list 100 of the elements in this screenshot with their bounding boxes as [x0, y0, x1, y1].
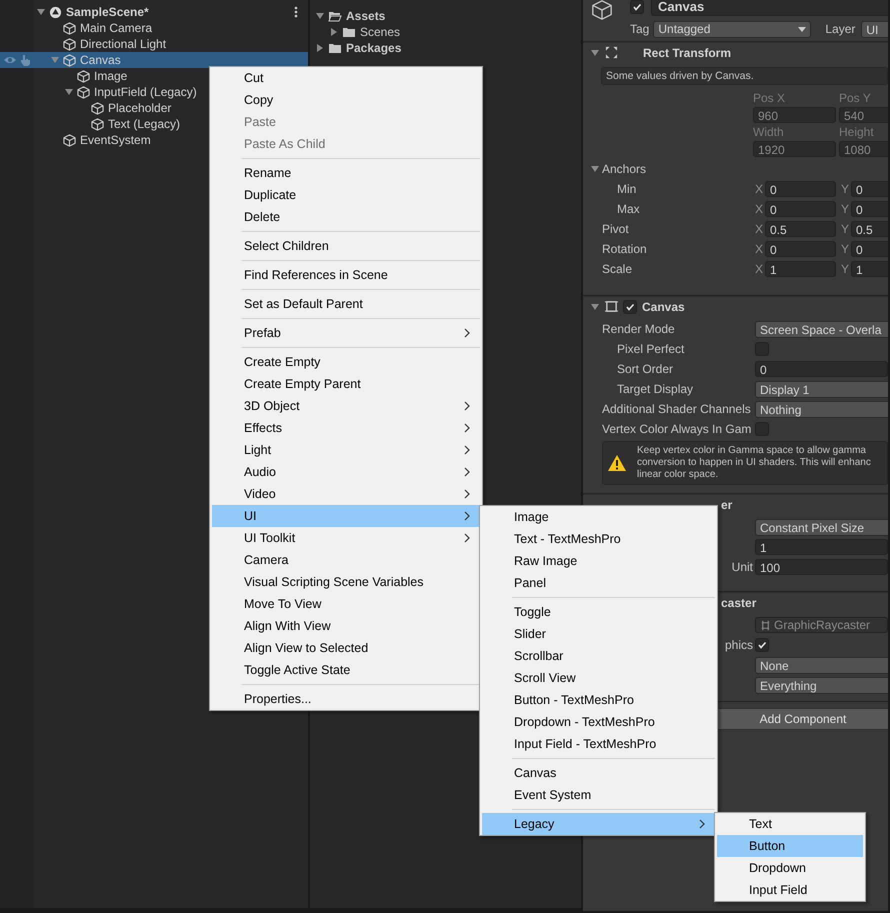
- menu-item[interactable]: Panel: [482, 572, 715, 594]
- foldout-label[interactable]: Anchors: [602, 162, 646, 176]
- menu-item[interactable]: Text: [717, 813, 863, 835]
- dropdown[interactable]: Everything: [755, 676, 888, 694]
- hierarchy-item[interactable]: Canvas: [80, 53, 121, 67]
- number-field[interactable]: 0: [765, 241, 836, 257]
- folder-item[interactable]: Packages: [346, 41, 402, 55]
- hierarchy-item[interactable]: EventSystem: [80, 133, 151, 147]
- menu-item[interactable]: Button: [717, 835, 863, 857]
- menu-item[interactable]: Properties...: [212, 688, 480, 710]
- scene-title[interactable]: SampleScene*: [66, 5, 149, 19]
- number-field[interactable]: 1: [755, 539, 888, 555]
- component-title[interactable]: caster: [721, 596, 756, 610]
- menu-item[interactable]: Dropdown - TextMeshPro: [482, 711, 715, 733]
- menu-item[interactable]: Create Empty: [212, 351, 480, 373]
- menu-icon[interactable]: [294, 6, 298, 18]
- menu-item[interactable]: Audio: [212, 461, 480, 483]
- hierarchy-item[interactable]: Main Camera: [80, 21, 152, 35]
- number-field[interactable]: 0: [755, 361, 888, 377]
- folder-item[interactable]: Scenes: [360, 25, 400, 39]
- down-triangle-icon[interactable]: [37, 8, 45, 16]
- menu-item[interactable]: Align View to Selected: [212, 637, 480, 659]
- axis-label: X: [755, 242, 764, 256]
- hierarchy-item[interactable]: InputField (Legacy): [94, 85, 197, 99]
- menu-item[interactable]: Prefab: [212, 322, 480, 344]
- menu-item[interactable]: Camera: [212, 549, 480, 571]
- number-field[interactable]: 0: [851, 181, 888, 197]
- name-field[interactable]: Canvas: [651, 0, 888, 16]
- down-triangle-icon[interactable]: [65, 88, 73, 96]
- script-field[interactable]: GraphicRaycaster: [755, 617, 888, 633]
- menu-item[interactable]: Legacy: [482, 813, 715, 835]
- number-field[interactable]: 0: [851, 241, 888, 257]
- menu-item[interactable]: Align With View: [212, 615, 480, 637]
- dropdown[interactable]: Screen Space - Overla: [755, 320, 888, 338]
- hierarchy-item[interactable]: Placeholder: [108, 101, 172, 115]
- menu-item[interactable]: Input Field - TextMeshPro: [482, 733, 715, 755]
- component-title[interactable]: er: [721, 498, 732, 512]
- checkbox[interactable]: [623, 300, 637, 314]
- down-triangle-icon[interactable]: [591, 165, 599, 173]
- value-field[interactable]: 1080: [839, 141, 888, 157]
- dropdown[interactable]: Nothing: [755, 400, 888, 418]
- menu-item[interactable]: Text - TextMeshPro: [482, 528, 715, 550]
- value-field[interactable]: 960: [753, 107, 836, 123]
- menu-item[interactable]: UI Toolkit: [212, 527, 480, 549]
- menu-item[interactable]: Set as Default Parent: [212, 293, 480, 315]
- dropdown[interactable]: None: [755, 656, 888, 674]
- menu-item[interactable]: Rename: [212, 162, 480, 184]
- down-triangle-icon[interactable]: [591, 302, 599, 310]
- checkbox[interactable]: [755, 638, 769, 652]
- component-title[interactable]: Canvas: [642, 300, 685, 314]
- menu-item[interactable]: Image: [482, 506, 715, 528]
- menu-item[interactable]: Duplicate: [212, 184, 480, 206]
- menu-item[interactable]: Slider: [482, 623, 715, 645]
- menu-item[interactable]: Create Empty Parent: [212, 373, 480, 395]
- number-field[interactable]: 0: [851, 201, 888, 217]
- menu-item[interactable]: Find References in Scene: [212, 264, 480, 286]
- menu-item[interactable]: Button - TextMeshPro: [482, 689, 715, 711]
- tag-dropdown[interactable]: Untagged: [653, 20, 812, 38]
- menu-item[interactable]: Select Children: [212, 235, 480, 257]
- menu-item[interactable]: Scrollbar: [482, 645, 715, 667]
- down-triangle-icon[interactable]: [591, 48, 599, 56]
- dropdown[interactable]: Constant Pixel Size: [755, 518, 888, 536]
- number-field[interactable]: 0: [765, 201, 836, 217]
- number-field[interactable]: 100: [755, 559, 888, 575]
- number-field[interactable]: 1: [851, 261, 888, 277]
- menu-item[interactable]: Copy: [212, 89, 480, 111]
- menu-item[interactable]: Cut: [212, 67, 480, 89]
- layer-dropdown[interactable]: UI: [861, 20, 888, 38]
- menu-item[interactable]: Toggle: [482, 601, 715, 623]
- menu-item[interactable]: Visual Scripting Scene Variables: [212, 571, 480, 593]
- folder-item[interactable]: Assets: [346, 9, 386, 23]
- value-field[interactable]: 540: [839, 107, 888, 123]
- hierarchy-item[interactable]: Text (Legacy): [108, 117, 180, 131]
- checkbox[interactable]: [630, 0, 644, 14]
- number-field[interactable]: 1: [765, 261, 836, 277]
- menu-item[interactable]: Video: [212, 483, 480, 505]
- menu-item[interactable]: Canvas: [482, 762, 715, 784]
- corners-icon: [605, 46, 618, 59]
- value-field[interactable]: 1920: [753, 141, 836, 157]
- menu-item[interactable]: Effects: [212, 417, 480, 439]
- menu-item[interactable]: Scroll View: [482, 667, 715, 689]
- menu-item[interactable]: Dropdown: [717, 857, 863, 879]
- number-field[interactable]: 0.5: [851, 221, 888, 237]
- hierarchy-item[interactable]: Image: [94, 69, 128, 83]
- number-field[interactable]: 0.5: [765, 221, 836, 237]
- menu-item[interactable]: Event System: [482, 784, 715, 806]
- dropdown[interactable]: Display 1: [755, 380, 888, 398]
- menu-item[interactable]: Delete: [212, 206, 480, 228]
- menu-item[interactable]: Toggle Active State: [212, 659, 480, 681]
- menu-item[interactable]: Light: [212, 439, 480, 461]
- menu-item[interactable]: Raw Image: [482, 550, 715, 572]
- number-field[interactable]: 0: [765, 181, 836, 197]
- component-title[interactable]: Rect Transform: [643, 46, 732, 60]
- down-triangle-icon[interactable]: [316, 12, 324, 20]
- menu-item[interactable]: Move To View: [212, 593, 480, 615]
- menu-item[interactable]: 3D Object: [212, 395, 480, 417]
- menu-item[interactable]: Input Field: [717, 879, 863, 901]
- menu-item[interactable]: UI: [212, 505, 480, 527]
- axis-label: X: [755, 202, 764, 216]
- hierarchy-item[interactable]: Directional Light: [80, 37, 166, 51]
